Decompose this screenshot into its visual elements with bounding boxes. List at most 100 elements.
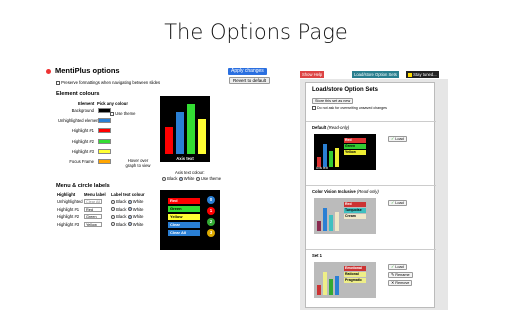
label-black-radio[interactable] xyxy=(111,222,115,227)
option-set-name: Default xyxy=(312,125,327,130)
colour-swatch[interactable] xyxy=(98,138,111,144)
menu-row-name: Highlight #2 xyxy=(57,214,80,219)
option-set-note: (Read-only) xyxy=(327,125,350,130)
thumbnail-bar xyxy=(329,151,333,167)
label-black-text: Black xyxy=(116,221,127,227)
menu-labels-heading: Menu & circle labels xyxy=(56,183,110,189)
colour-swatch[interactable] xyxy=(98,128,111,134)
chart-bar xyxy=(198,119,206,154)
option-set: Color Vision Inclusive (Read-only) Red Tur… xyxy=(306,185,436,247)
label-black-radio[interactable] xyxy=(111,199,115,204)
option-set: Set 1 Emotional Rational Pragmatic ✓ Load ✎ … xyxy=(306,249,436,311)
thumbnail-bar xyxy=(323,207,327,231)
menu-label-input[interactable]: Red xyxy=(84,206,102,212)
label-white-text: White xyxy=(132,221,144,227)
menu-preview-item: Clear xyxy=(168,222,200,228)
pick-col-header: Pick any colour xyxy=(97,101,128,106)
use-theme-label: Use theme xyxy=(115,111,136,116)
label-white-text: White xyxy=(132,199,144,204)
no-overwrite-checkbox[interactable] xyxy=(312,106,316,111)
colour-swatch[interactable] xyxy=(98,159,111,164)
load-set-button[interactable]: ✓ Load xyxy=(388,136,407,142)
options-sets-window: Load/store Option Sets Store this set as… xyxy=(300,79,448,310)
close-icon: ✕ xyxy=(391,281,395,285)
chart-bar xyxy=(187,104,195,154)
load-label: Load xyxy=(395,265,404,269)
rename-label: Rename xyxy=(395,273,410,277)
preserve-label: Preserve formattings when navigating bet… xyxy=(61,80,161,85)
check-icon: ✓ xyxy=(391,265,395,269)
thumbnail-label: Rational xyxy=(344,272,366,277)
thumbnail-label: Pragmatic xyxy=(344,278,366,283)
thumbnail-bar xyxy=(323,143,327,167)
label-black-text: Black xyxy=(116,214,127,219)
menu-preview-item: Clear All xyxy=(168,230,200,236)
label-white-text: White xyxy=(132,206,144,212)
label-white-text: White xyxy=(132,214,144,219)
check-icon: ✓ xyxy=(391,137,395,141)
thumbnail-bar xyxy=(317,284,321,295)
thumbnail-label: Yellow xyxy=(344,150,366,155)
option-set-header: Default (Read-only) xyxy=(312,125,349,130)
colour-swatch[interactable] xyxy=(98,118,111,124)
label-black-radio[interactable] xyxy=(111,214,115,219)
remove-set-button[interactable]: ✕ Remove xyxy=(388,280,413,286)
app-title: MentiPlus options xyxy=(55,66,120,75)
preserve-checkbox[interactable] xyxy=(56,80,60,85)
menu-label-input[interactable]: Yellow xyxy=(84,221,102,227)
menu-label-input[interactable]: Clear All xyxy=(84,199,102,204)
chart-bar xyxy=(176,111,184,154)
no-overwrite-option[interactable]: Do not ask for overwriting unsaved chang… xyxy=(312,106,387,111)
thumbnail-label: Green xyxy=(344,144,366,149)
preserve-option[interactable]: Preserve formattings when navigating bet… xyxy=(56,80,160,85)
remove-label: Remove xyxy=(395,281,410,285)
tab-stay-tuned[interactable]: Stay tuned... xyxy=(406,71,439,78)
element-col-header: Element xyxy=(78,101,95,106)
option-set: Default (Read-only) Red Green Yellow Axis te… xyxy=(306,121,436,183)
apply-changes-button[interactable]: Apply changes xyxy=(228,68,267,75)
thumbnail-label: Emotional xyxy=(344,266,366,271)
load-set-button[interactable]: ✓ Load xyxy=(388,200,407,206)
option-set-thumbnail: Red Turquoise Cream xyxy=(314,198,376,234)
load-store-heading: Load/store Option Sets xyxy=(312,87,379,93)
label-black-text: Black xyxy=(116,199,127,204)
tab-stay-tuned-label: Stay tuned... xyxy=(413,72,437,77)
axis-white-radio[interactable] xyxy=(178,176,183,181)
menu-col-label: Menu label xyxy=(84,192,106,197)
label-black-text: Black xyxy=(116,206,127,212)
option-set-name: Color Vision Inclusive xyxy=(312,189,356,194)
colour-row-label: Highlight #1 xyxy=(71,128,94,134)
label-white-radio[interactable] xyxy=(127,214,132,219)
menu-preview-item: Red xyxy=(168,198,200,204)
rename-set-button[interactable]: ✎ Rename xyxy=(388,272,413,278)
menu-preview-item: Green xyxy=(168,206,200,212)
use-theme-option[interactable]: Use theme xyxy=(110,111,135,116)
tab-load-store[interactable]: Load/store Option Sets xyxy=(352,71,399,78)
colour-swatch[interactable] xyxy=(98,148,111,154)
label-colour-radios: Black White xyxy=(111,199,143,204)
use-theme-checkbox[interactable] xyxy=(110,111,114,116)
label-black-radio[interactable] xyxy=(111,207,115,212)
label-colour-radios: Black White xyxy=(111,222,143,227)
axis-black-radio[interactable] xyxy=(162,176,166,181)
circle-label: 2 xyxy=(207,218,215,226)
menu-row-name: Highlight #1 xyxy=(57,206,80,212)
colour-row-label: Unhighlighted element xyxy=(58,118,100,124)
revert-default-button[interactable]: Revert to default xyxy=(229,77,271,84)
element-colours-heading: Element colours xyxy=(56,91,100,97)
axis-theme-radio[interactable] xyxy=(195,176,200,181)
menu-label-input[interactable]: Green xyxy=(84,214,102,219)
menti-logo-icon xyxy=(46,69,51,74)
tab-show-help[interactable]: Show Help xyxy=(300,71,325,78)
store-new-button[interactable]: Store this set as new xyxy=(312,98,354,104)
axis-text-preview: Axis text xyxy=(176,156,194,161)
label-white-radio[interactable] xyxy=(127,199,132,204)
label-white-radio[interactable] xyxy=(127,222,132,227)
pencil-icon: ✎ xyxy=(391,273,395,277)
option-set-header: Set 1 xyxy=(312,253,322,258)
thumbnail-label: Turquoise xyxy=(344,208,366,213)
load-set-button[interactable]: ✓ Load xyxy=(388,264,407,270)
stay-tuned-icon xyxy=(408,72,412,77)
label-white-radio[interactable] xyxy=(127,207,132,212)
circle-label: 0 xyxy=(207,196,215,204)
